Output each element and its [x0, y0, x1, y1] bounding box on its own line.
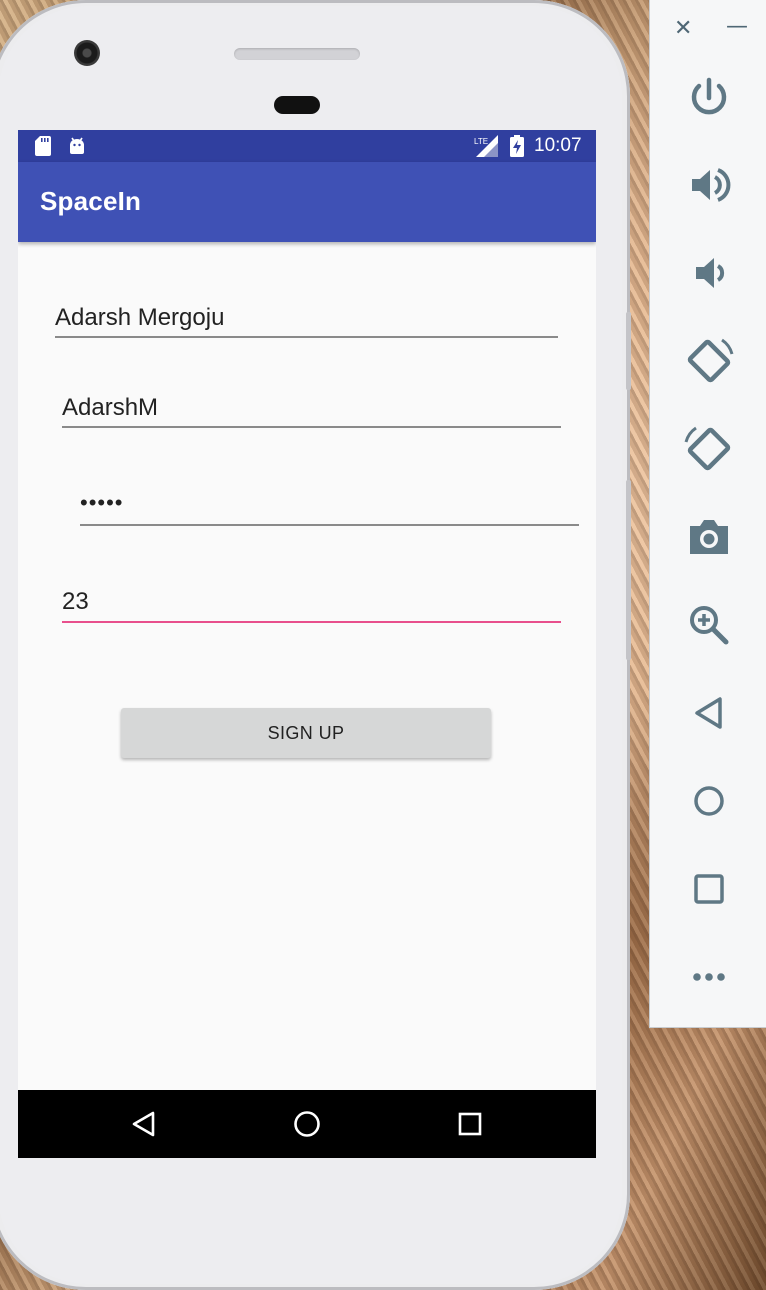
username-field[interactable]: AdarshM: [62, 394, 561, 430]
back-icon: [695, 697, 722, 729]
password-field-value: •••••: [80, 490, 124, 515]
svg-text:LTE: LTE: [474, 137, 488, 146]
rotate-left-icon: [687, 338, 734, 383]
rotate-left-button[interactable]: [682, 334, 736, 388]
nav-home-icon[interactable]: [293, 1110, 321, 1138]
rotate-right-button[interactable]: [682, 422, 736, 476]
close-icon[interactable]: ✕: [674, 16, 692, 41]
sign-up-button[interactable]: SIGN UP: [121, 708, 491, 758]
camera-icon: [690, 520, 728, 554]
password-field-underline: [80, 524, 579, 526]
phone-volume-rocker: [626, 480, 631, 660]
power-button[interactable]: [682, 70, 736, 124]
more-icon: [693, 973, 725, 981]
name-field-underline: [55, 336, 558, 338]
minimize-icon[interactable]: —: [726, 14, 748, 39]
volume-up-button[interactable]: [682, 158, 736, 212]
age-field-underline: [62, 621, 561, 623]
home-button[interactable]: [682, 774, 736, 828]
home-icon: [694, 786, 724, 816]
emulator-toolbar: ✕ —: [649, 0, 766, 1028]
volume-up-icon: [692, 168, 731, 202]
name-field-value: Adarsh Mergoju: [55, 304, 225, 331]
volume-down-icon: [696, 258, 725, 288]
app-toolbar: SpaceIn: [18, 162, 596, 242]
volume-down-button[interactable]: [682, 246, 736, 300]
password-field[interactable]: •••••: [80, 490, 579, 528]
screenshot-button[interactable]: [682, 510, 736, 564]
zoom-icon: [690, 606, 729, 645]
more-button[interactable]: [682, 950, 736, 1004]
power-icon: [691, 77, 727, 115]
nav-overview-icon[interactable]: [456, 1110, 484, 1138]
back-button[interactable]: [682, 686, 736, 740]
name-field[interactable]: Adarsh Mergoju: [55, 304, 558, 340]
battery-charging-icon: [510, 135, 524, 157]
username-field-value: AdarshM: [62, 394, 159, 421]
app-title: SpaceIn: [40, 186, 142, 216]
android-debug-icon: [70, 137, 84, 154]
age-field[interactable]: 23: [62, 588, 561, 624]
toolbar-window-controls: ✕ —: [650, 14, 766, 46]
status-clock: 10:07: [534, 135, 582, 156]
nav-back-icon[interactable]: [130, 1110, 158, 1138]
age-field-value: 23: [62, 588, 89, 615]
username-field-underline: [62, 426, 561, 428]
front-camera: [74, 40, 100, 66]
navigation-bar: [18, 1090, 596, 1158]
overview-button[interactable]: [682, 862, 736, 916]
phone-side-button: [626, 312, 631, 390]
rotate-right-icon: [684, 426, 731, 471]
device-screen: LTE 10:07 SpaceIn Adarsh Mergoju AdarshM…: [18, 130, 596, 1158]
sd-card-icon: [35, 136, 51, 156]
lte-signal-icon: LTE: [474, 135, 498, 157]
overview-icon: [694, 874, 724, 904]
earpiece-speaker: [234, 48, 360, 60]
status-bar: LTE 10:07: [18, 130, 596, 162]
proximity-sensor: [274, 96, 320, 114]
zoom-button[interactable]: [682, 598, 736, 652]
